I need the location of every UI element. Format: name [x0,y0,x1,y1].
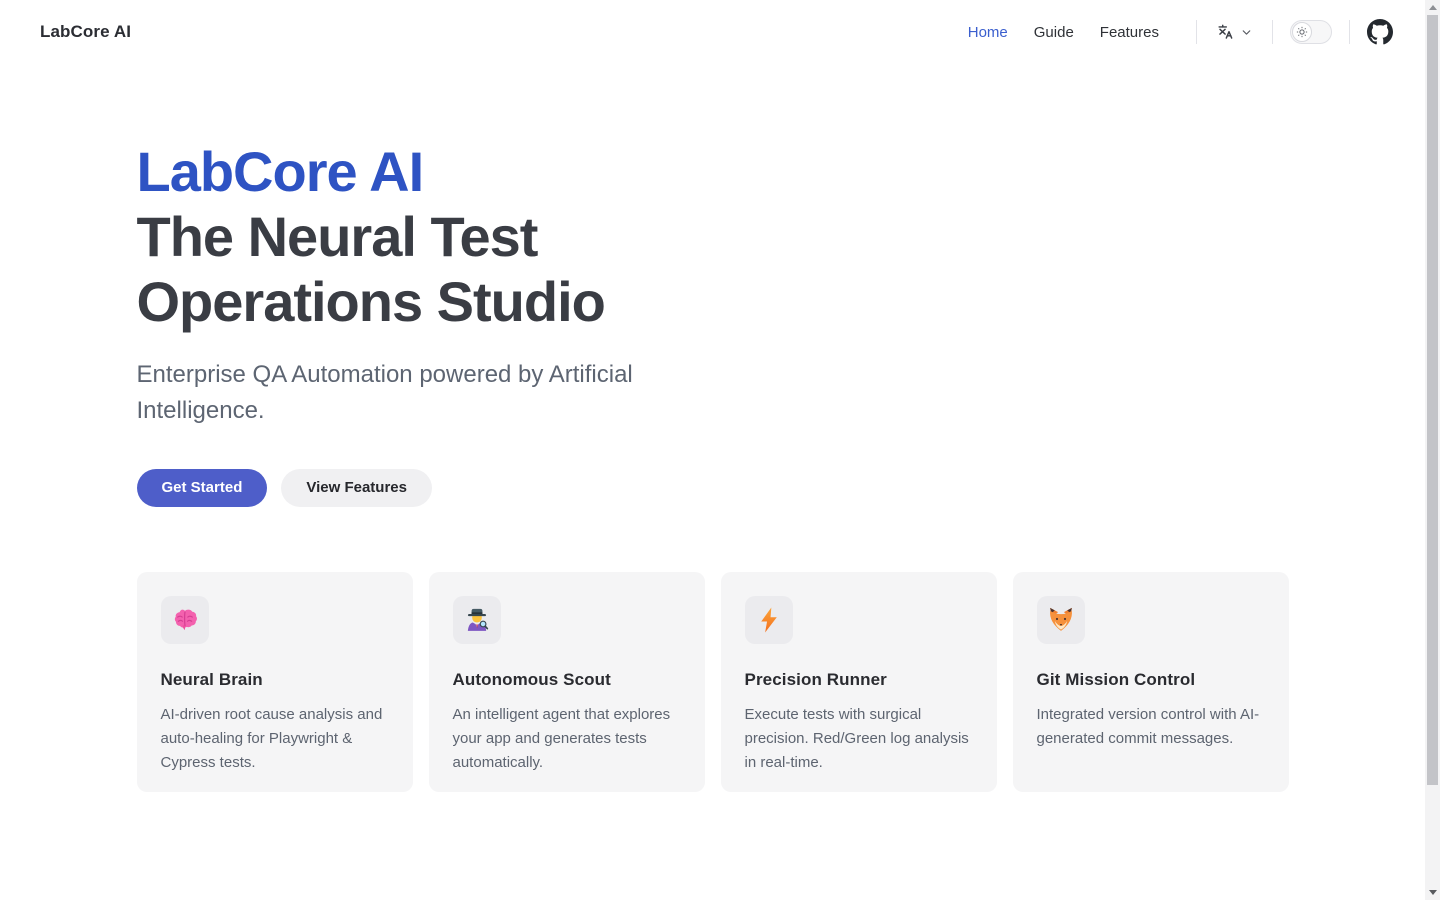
feature-card-neural-brain: Neural Brain AI-driven root cause analys… [137,572,413,792]
get-started-button[interactable]: Get Started [137,469,268,507]
brain-icon [161,596,209,644]
feature-card-git-mission-control: Git Mission Control Integrated version c… [1013,572,1289,792]
divider [1272,20,1273,44]
card-title: Precision Runner [745,670,973,690]
nav-links: Home Guide Features [968,24,1159,41]
detective-icon [453,596,501,644]
scrollbar-up-arrow[interactable] [1425,0,1440,15]
sun-icon [1296,26,1308,38]
scrollbar-down-arrow[interactable] [1425,885,1440,900]
card-title: Autonomous Scout [453,670,681,690]
chevron-down-icon [1240,26,1253,39]
card-description: Execute tests with surgical precision. R… [745,703,973,775]
card-title: Neural Brain [161,670,389,690]
card-description: An intelligent agent that explores your … [453,703,681,775]
github-link[interactable] [1367,19,1393,45]
language-selector[interactable] [1214,21,1255,44]
hero-section: LabCore AI The Neural Test Operations St… [137,64,1289,507]
theme-toggle[interactable] [1290,20,1332,44]
lightning-icon [745,596,793,644]
feature-cards: Neural Brain AI-driven root cause analys… [137,572,1289,792]
navbar: LabCore AI Home Guide Features [0,0,1425,64]
divider [1349,20,1350,44]
scrollbar-thumb[interactable] [1427,15,1438,785]
card-description: AI-driven root cause analysis and auto-h… [161,703,389,775]
card-description: Integrated version control with AI-gener… [1037,703,1265,751]
nav-link-features[interactable]: Features [1100,24,1159,41]
feature-card-autonomous-scout: Autonomous Scout An intelligent agent th… [429,572,705,792]
nav-right-group: Home Guide Features [968,19,1393,45]
cta-row: Get Started View Features [137,469,1289,507]
hero-heading: LabCore AI The Neural Test Operations St… [137,140,757,335]
view-features-button[interactable]: View Features [281,469,432,507]
hero-subtitle-title: The Neural Test Operations Studio [137,205,605,333]
scrollbar[interactable] [1425,0,1440,900]
github-icon [1367,19,1393,45]
feature-card-precision-runner: Precision Runner Execute tests with surg… [721,572,997,792]
theme-toggle-knob [1292,22,1312,42]
nav-link-guide[interactable]: Guide [1034,24,1074,41]
card-title: Git Mission Control [1037,670,1265,690]
hero-brand-title: LabCore AI [137,140,757,205]
divider [1196,20,1197,44]
hero-tagline: Enterprise QA Automation powered by Arti… [137,357,712,429]
translate-icon [1216,23,1235,42]
logo[interactable]: LabCore AI [40,22,131,42]
nav-link-home[interactable]: Home [968,24,1008,41]
fox-icon [1037,596,1085,644]
